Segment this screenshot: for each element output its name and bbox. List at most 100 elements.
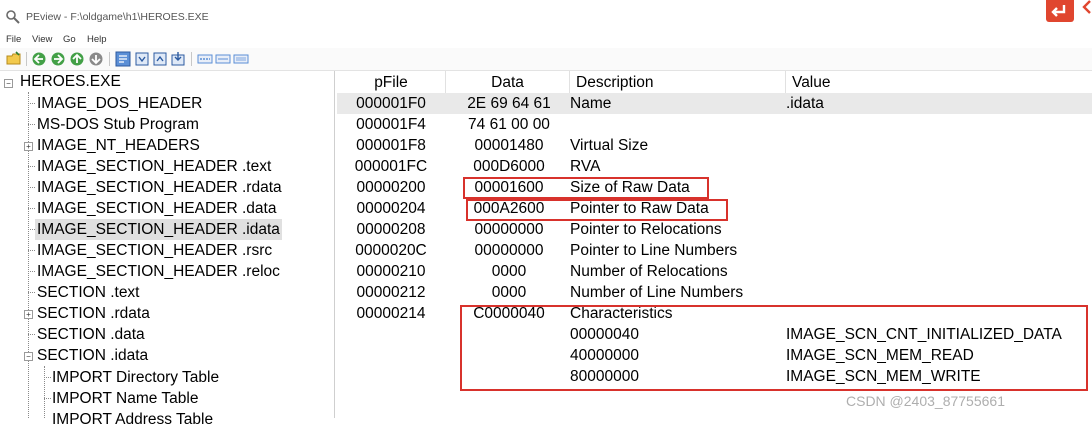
cell-data: 00000000 [474, 221, 544, 238]
cell-description: Pointer to Relocations [570, 221, 722, 238]
expand-nt-headers-icon[interactable]: + [24, 142, 33, 151]
tree-guide-line [28, 92, 29, 418]
cell-value: IMAGE_SCN_MEM_WRITE [786, 368, 981, 385]
collapse-section-idata-icon[interactable]: − [24, 352, 33, 361]
cell-data [449, 324, 569, 345]
view-export-icon[interactable] [170, 51, 186, 67]
cell-description: Characteristics [570, 305, 673, 322]
cell-data: C0000040 [473, 305, 545, 322]
collapse-arrow-icon[interactable] [1080, 0, 1092, 14]
menu-go[interactable]: Go [63, 34, 76, 45]
view-text-icon[interactable] [134, 51, 150, 67]
cell-pfile [337, 366, 445, 387]
tree-item-section-header-idata[interactable]: IMAGE_SECTION_HEADER .idata [35, 219, 282, 240]
column-header-description[interactable]: Description [570, 71, 786, 95]
cell-pfile: 000001F0 [356, 95, 426, 112]
tree-item-import-name-table[interactable]: IMPORT Name Table [50, 388, 200, 409]
tree-item-label: HEROES.EXE [20, 73, 121, 90]
view-struct-icon[interactable] [152, 51, 168, 67]
cell-description: Number of Relocations [570, 263, 728, 280]
table-row[interactable]: 00000214 C0000040 Characteristics [337, 303, 1092, 324]
tree-branch [28, 187, 35, 188]
tree-item-label: SECTION .data [37, 326, 145, 343]
tree-item-section-header-rdata[interactable]: IMAGE_SECTION_HEADER .rdata [35, 177, 284, 198]
cell-pfile: 00000208 [356, 221, 426, 238]
tree-item-section-header-text[interactable]: IMAGE_SECTION_HEADER .text [35, 156, 273, 177]
layout-c-icon[interactable] [233, 51, 249, 67]
tree-item-label: IMAGE_DOS_HEADER [37, 95, 203, 112]
cell-description: RVA [570, 158, 601, 175]
tree-branch [28, 103, 35, 104]
cell-pfile: 00000204 [356, 200, 426, 217]
cell-pfile: 00000200 [356, 179, 426, 196]
cell-description: Name [570, 95, 612, 112]
table-row[interactable]: 000001FC 000D6000 RVA [337, 156, 1092, 177]
menu-bar: File View Go Help [0, 33, 1092, 47]
cell-description: Pointer to Line Numbers [570, 242, 738, 259]
view-hex-icon[interactable] [115, 51, 131, 67]
cell-description: Size of Raw Data [570, 179, 690, 196]
toolbar-separator [191, 52, 192, 66]
cell-data [449, 366, 569, 387]
table-row[interactable]: 00000040 IMAGE_SCN_CNT_INITIALIZED_DATA [337, 324, 1092, 345]
watermark: CSDN @2403_87755661 [846, 393, 1005, 409]
cell-pfile: 00000214 [356, 305, 426, 322]
table-row[interactable]: 000001F4 74 61 00 00 [337, 114, 1092, 135]
return-arrow-icon [1051, 5, 1066, 17]
tree-item-section-data[interactable]: SECTION .data [35, 324, 147, 345]
expand-section-rdata-icon[interactable]: + [24, 310, 33, 319]
back-icon[interactable] [31, 51, 47, 67]
cell-description: 40000000 [570, 347, 639, 364]
table-row[interactable]: 40000000 IMAGE_SCN_MEM_READ [337, 345, 1092, 366]
tree-item-label: SECTION .text [37, 284, 140, 301]
window-title: PEview - F:\oldgame\h1\HEROES.EXE [26, 11, 209, 23]
column-header-value[interactable]: Value [786, 71, 1092, 95]
cell-data: 0000 [491, 263, 527, 280]
cell-pfile [337, 324, 445, 345]
tree-item-import-address-table[interactable]: IMPORT Address Table [50, 409, 215, 430]
tree-item-section-header-rsrc[interactable]: IMAGE_SECTION_HEADER .rsrc [35, 240, 274, 261]
menu-help[interactable]: Help [87, 34, 107, 45]
tree-item-section-header-reloc[interactable]: IMAGE_SECTION_HEADER .reloc [35, 261, 282, 282]
table-row[interactable]: 00000200 00001600 Size of Raw Data [337, 177, 1092, 198]
tree-item-label: SECTION .rdata [37, 305, 150, 322]
tree-item-label: IMPORT Address Table [52, 411, 214, 428]
tree-item-section-header-data[interactable]: IMAGE_SECTION_HEADER .data [35, 198, 278, 219]
tree-item-label: SECTION .idata [37, 347, 149, 364]
tree-item-dos-header[interactable]: IMAGE_DOS_HEADER [35, 93, 204, 114]
down-icon[interactable] [88, 51, 104, 67]
tree-branch [28, 124, 35, 125]
up-icon[interactable] [69, 51, 85, 67]
table-row[interactable]: 00000208 00000000 Pointer to Relocations [337, 219, 1092, 240]
table-row[interactable]: 00000204 000A2600 Pointer to Raw Data [337, 198, 1092, 219]
table-row[interactable]: 00000210 0000 Number of Relocations [337, 261, 1092, 282]
tree-item-section-rdata[interactable]: SECTION .rdata [35, 303, 152, 324]
tree-branch [28, 292, 35, 293]
table-row[interactable]: 000001F8 00001480 Virtual Size [337, 135, 1092, 156]
tree-item-label: IMAGE_SECTION_HEADER .data [37, 200, 277, 217]
magnifier-app-icon [6, 10, 20, 24]
tree-item-import-directory-table[interactable]: IMPORT Directory Table [50, 367, 221, 388]
tree-item-section-idata[interactable]: SECTION .idata [35, 345, 150, 366]
menu-view[interactable]: View [32, 34, 52, 45]
cell-pfile: 00000212 [356, 284, 426, 301]
layout-b-icon[interactable] [215, 51, 231, 67]
tree-item-section-text[interactable]: SECTION .text [35, 282, 142, 303]
collapse-root-icon[interactable]: − [4, 79, 13, 88]
table-row[interactable]: 000001F0 2E 69 64 61 Name .idata [337, 93, 1092, 114]
tree-branch [28, 250, 35, 251]
cell-data: 2E 69 64 61 [467, 95, 551, 112]
table-row[interactable]: 00000212 0000 Number of Line Numbers [337, 282, 1092, 303]
return-button[interactable] [1046, 0, 1074, 22]
table-row[interactable]: 0000020C 00000000 Pointer to Line Number… [337, 240, 1092, 261]
cell-description: 80000000 [570, 368, 639, 385]
forward-icon[interactable] [50, 51, 66, 67]
menu-file[interactable]: File [6, 34, 21, 45]
table-row[interactable]: 80000000 IMAGE_SCN_MEM_WRITE [337, 366, 1092, 387]
cell-value: IMAGE_SCN_CNT_INITIALIZED_DATA [786, 326, 1062, 343]
tree-root-heroes-exe[interactable]: HEROES.EXE [18, 71, 123, 92]
tree-item-nt-headers[interactable]: IMAGE_NT_HEADERS [35, 135, 202, 156]
layout-a-icon[interactable] [197, 51, 213, 67]
tree-item-dos-stub[interactable]: MS-DOS Stub Program [35, 114, 201, 135]
open-folder-icon[interactable] [6, 51, 22, 67]
